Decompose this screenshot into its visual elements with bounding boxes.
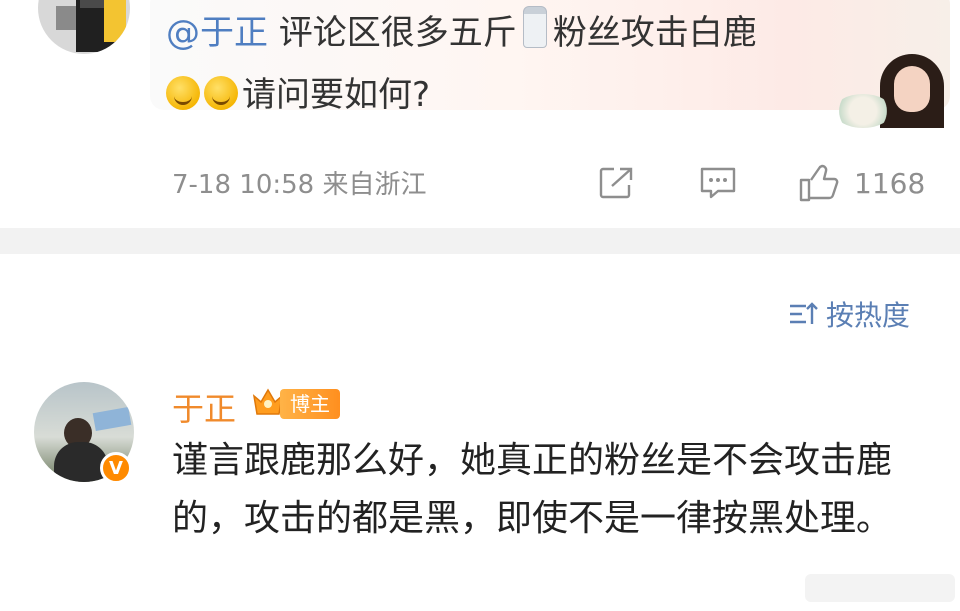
comment-button[interactable] [698,160,738,206]
post-location: 来自浙江 [322,170,427,200]
blogger-badge: 博主 [280,389,340,419]
post-text-part1: 评论区很多五斤 [268,13,517,53]
poster-avatar[interactable] [38,0,130,54]
salt-shaker-emoji-icon [522,6,547,48]
share-button[interactable] [598,160,636,206]
mention-link[interactable]: @于正 [166,13,268,53]
post-text-part2: 粉丝攻击白鹿 [552,13,757,53]
post-text: @于正 评论区很多五斤 粉丝攻击白鹿 请问要如何? [166,2,856,126]
sort-icon [790,302,818,324]
sort-label: 按热度 [826,299,911,332]
comment-icon [700,167,736,199]
sort-by-hot-button[interactable]: 按热度 [788,294,910,334]
post-card: @于正 评论区很多五斤 粉丝攻击白鹿 请问要如何? 7-18 10:58 来自浙江… [0,0,960,228]
sweat-smile-emoji-icon [204,76,238,110]
post-timestamp: 7-18 10:58 [172,170,315,200]
section-divider [0,228,960,254]
like-count: 1168 [854,166,926,200]
share-icon [599,167,633,199]
verified-badge-icon: V [100,452,132,484]
thumbs-up-icon [799,164,839,202]
post-text-line2: 请问要如何? [242,75,431,115]
sweat-smile-emoji-icon [166,76,200,110]
like-button[interactable]: 1168 [798,160,925,206]
post-meta: 7-18 10:58 来自浙江 [172,164,426,201]
comment-author-name[interactable]: 于正 [172,384,236,430]
comment-text: 谨言跟鹿那么好，她真正的粉丝是不会攻击鹿的，攻击的都是黑，即使不是一律按黑处理。 [172,440,893,539]
watermark-area [805,574,955,602]
